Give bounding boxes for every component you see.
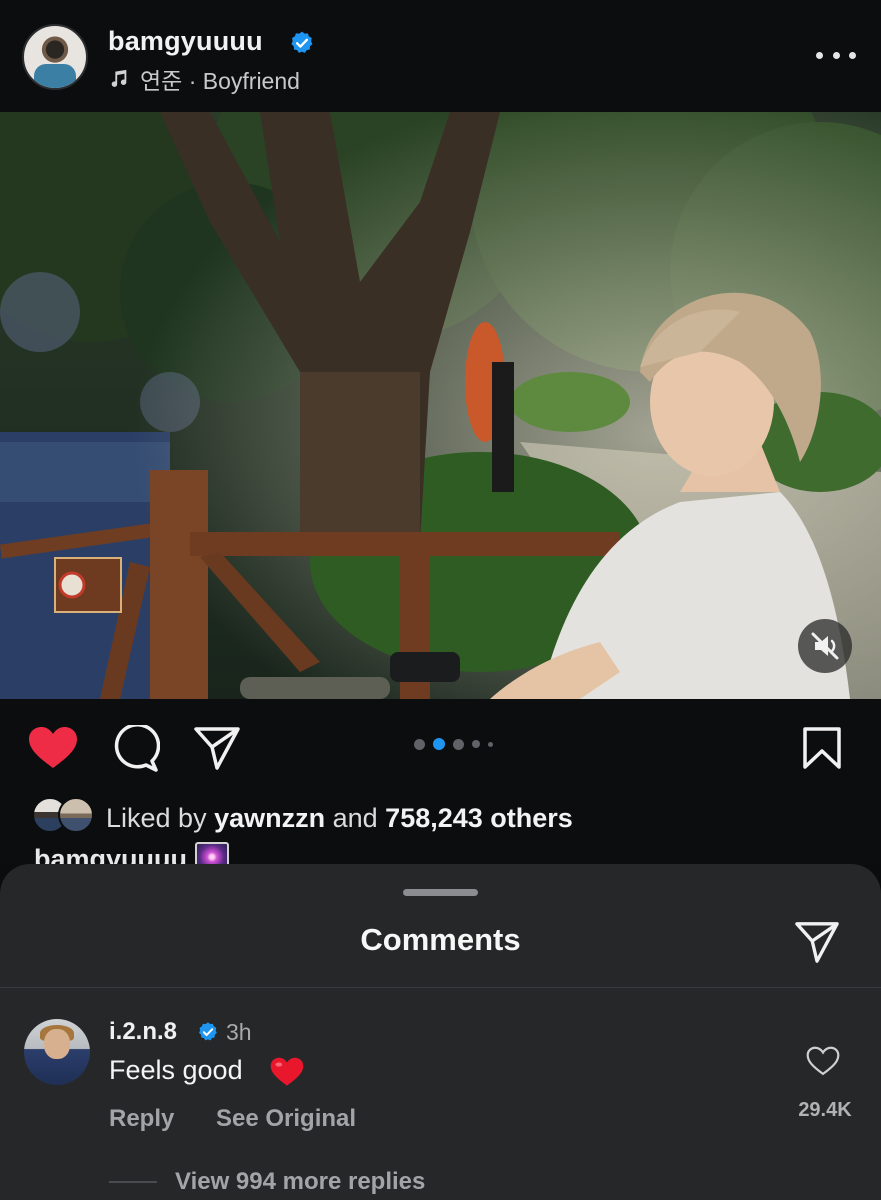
post-photo-illustration [0, 112, 881, 699]
commenter-avatar[interactable] [24, 1019, 90, 1085]
liked-by-user[interactable]: yawnzzn [214, 803, 325, 833]
carousel-dot [472, 740, 480, 748]
see-original-button[interactable]: See Original [216, 1105, 356, 1133]
music-attribution[interactable]: 연준 · Boyfriend [108, 62, 300, 96]
mute-toggle[interactable] [798, 619, 852, 673]
carousel-dot [488, 741, 493, 747]
bookmark-icon[interactable] [802, 726, 842, 770]
divider [0, 987, 881, 988]
author-avatar[interactable] [22, 24, 88, 90]
verified-badge-icon [291, 31, 313, 53]
liked-by-avatars[interactable] [32, 797, 98, 835]
comment-text: Feels good [109, 1055, 243, 1085]
commenter-username[interactable]: i.2.n.8 [109, 1018, 177, 1046]
comment-timestamp: 3h [226, 1019, 252, 1045]
send-icon[interactable] [193, 725, 241, 771]
post-image[interactable] [0, 112, 881, 699]
comment-like-heart-icon[interactable] [806, 1045, 840, 1077]
music-note-icon [111, 69, 127, 87]
music-label: 연준 · Boyfriend [140, 68, 300, 94]
verified-badge-icon [199, 1022, 217, 1041]
speaker-muted-icon [811, 632, 839, 660]
liked-by-and: and [325, 803, 386, 833]
carousel-dot [414, 738, 425, 750]
likes-count[interactable]: 758,243 others [385, 803, 573, 833]
comments-title: Comments [360, 922, 521, 957]
share-send-icon[interactable] [794, 920, 840, 964]
more-options-icon[interactable] [816, 42, 856, 68]
sheet-grabber[interactable] [403, 889, 478, 896]
carousel-dot-active [433, 738, 445, 750]
comment-icon[interactable] [112, 725, 160, 773]
carousel-dot [453, 738, 464, 750]
liked-by-text[interactable]: Liked by yawnzzn and 758,243 others [106, 803, 573, 834]
comment-like-count: 29.4K [798, 1099, 852, 1121]
view-more-replies-button[interactable]: View 994 more replies [175, 1168, 425, 1196]
heart-icon[interactable] [28, 726, 78, 770]
replies-connector [109, 1181, 157, 1183]
author-username[interactable]: bamgyuuuu [108, 26, 263, 57]
red-heart-emoji-icon [270, 1057, 304, 1086]
reply-button[interactable]: Reply [109, 1105, 174, 1133]
carousel-indicator [414, 738, 493, 750]
liked-by-prefix: Liked by [106, 803, 215, 833]
